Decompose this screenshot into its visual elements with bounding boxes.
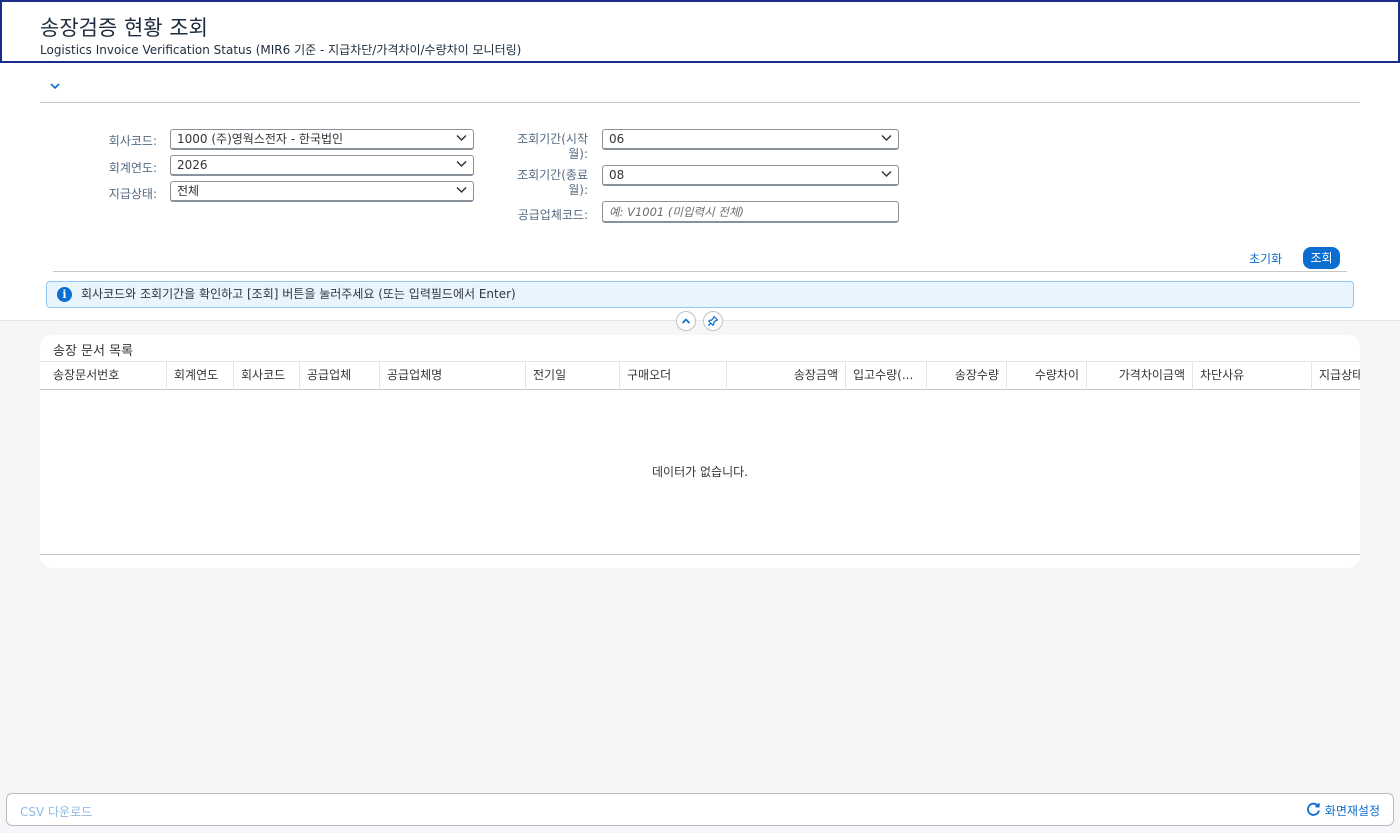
period-to-label: 조회기간(종료 월):: [488, 168, 588, 198]
column-header[interactable]: 송장금액: [727, 362, 846, 390]
fiscal-year-select[interactable]: 2026: [170, 155, 474, 176]
collapse-header-button[interactable]: [676, 311, 696, 331]
pin-header-button[interactable]: [703, 311, 723, 331]
column-header[interactable]: 전기일: [526, 362, 620, 390]
company-code-value: 1000 (주)영웍스전자 - 한국법인: [177, 132, 344, 146]
fiscal-year-value: 2026: [177, 158, 208, 172]
refresh-icon: [1306, 802, 1320, 816]
csv-download-button[interactable]: CSV 다운로드: [20, 803, 92, 820]
period-from-label-line2: 월):: [568, 147, 588, 161]
pin-icon: [707, 315, 719, 327]
period-to-label-line1: 조회기간(종료: [517, 168, 588, 182]
chevron-down-icon: [50, 83, 60, 90]
column-header[interactable]: 차단사유: [1193, 362, 1312, 390]
info-icon: i: [57, 287, 72, 302]
no-data-text: 데이터가 없습니다.: [652, 465, 748, 479]
column-header[interactable]: 공급업체명: [380, 362, 526, 390]
vendor-code-label: 공급업체코드:: [517, 208, 588, 222]
divider: [53, 271, 1347, 272]
table-title: 송장 문서 목록: [53, 344, 134, 359]
column-header[interactable]: 구매오더: [620, 362, 727, 390]
payment-status-label: 지급상태:: [108, 187, 157, 201]
period-to-label-line2: 월):: [568, 183, 588, 197]
column-header[interactable]: 입고수량(...: [846, 362, 927, 390]
company-code-select[interactable]: 1000 (주)영웍스전자 - 한국법인: [170, 129, 474, 150]
column-header[interactable]: 가격차이금액: [1087, 362, 1193, 390]
filter-bar: 회사코드: 1000 (주)영웍스전자 - 한국법인 회계연도: 2026 지급…: [0, 63, 1400, 321]
period-to-select[interactable]: 08: [602, 165, 899, 186]
period-from-select[interactable]: 06: [602, 129, 899, 150]
invoice-table-panel: 송장 문서 목록 송장문서번호 회계연도 회사코드 공급업체 공급업체명 전기일…: [40, 335, 1360, 568]
footer-toolbar: CSV 다운로드 화면재설정: [6, 793, 1394, 826]
column-header[interactable]: 회사코드: [234, 362, 300, 390]
chevron-down-icon: [881, 170, 892, 178]
info-message-text: 회사코드와 조회기간을 확인하고 [조회] 버튼을 눌러주세요 (또는 입력필드…: [81, 287, 516, 301]
payment-status-value: 전체: [177, 184, 200, 198]
payment-status-select[interactable]: 전체: [170, 181, 474, 202]
page-header: 송장검증 현황 조회 Logistics Invoice Verificatio…: [0, 0, 1400, 63]
column-header[interactable]: 공급업체: [300, 362, 380, 390]
info-message-strip: i 회사코드와 조회기간을 확인하고 [조회] 버튼을 눌러주세요 (또는 입력…: [46, 281, 1354, 308]
period-from-label: 조회기간(시작 월):: [488, 132, 588, 162]
page-subtitle: Logistics Invoice Verification Status (M…: [40, 43, 522, 57]
column-header[interactable]: 송장수량: [927, 362, 1007, 390]
reset-view-label: 화면재설정: [1324, 804, 1380, 818]
search-button[interactable]: 조회: [1303, 247, 1340, 269]
chevron-down-icon: [456, 186, 467, 194]
company-code-label: 회사코드:: [108, 134, 157, 148]
period-from-label-line1: 조회기간(시작: [517, 132, 588, 146]
table-header: 송장문서번호 회계연도 회사코드 공급업체 공급업체명 전기일 구매오더 송장금…: [40, 361, 1360, 390]
collapse-filter-button[interactable]: [49, 81, 61, 91]
chevron-down-icon: [456, 134, 467, 142]
column-header[interactable]: 회계연도: [167, 362, 234, 390]
vendor-code-input[interactable]: 예: V1001 (미입력시 전체): [602, 201, 899, 223]
reset-button[interactable]: 초기화: [1249, 250, 1282, 267]
column-header[interactable]: 송장문서번호: [40, 362, 167, 390]
column-header[interactable]: 수량차이: [1007, 362, 1087, 390]
chevron-up-icon: [681, 318, 691, 324]
chevron-down-icon: [881, 134, 892, 142]
page-title: 송장검증 현황 조회: [40, 16, 208, 40]
divider: [40, 102, 1360, 103]
period-to-value: 08: [609, 168, 625, 182]
fiscal-year-label: 회계연도:: [108, 161, 157, 175]
chevron-down-icon: [456, 160, 467, 168]
column-header[interactable]: 지급상태: [1312, 362, 1360, 390]
period-from-value: 06: [609, 132, 625, 146]
divider: [40, 554, 1360, 555]
reset-view-button[interactable]: 화면재설정: [1306, 802, 1380, 819]
